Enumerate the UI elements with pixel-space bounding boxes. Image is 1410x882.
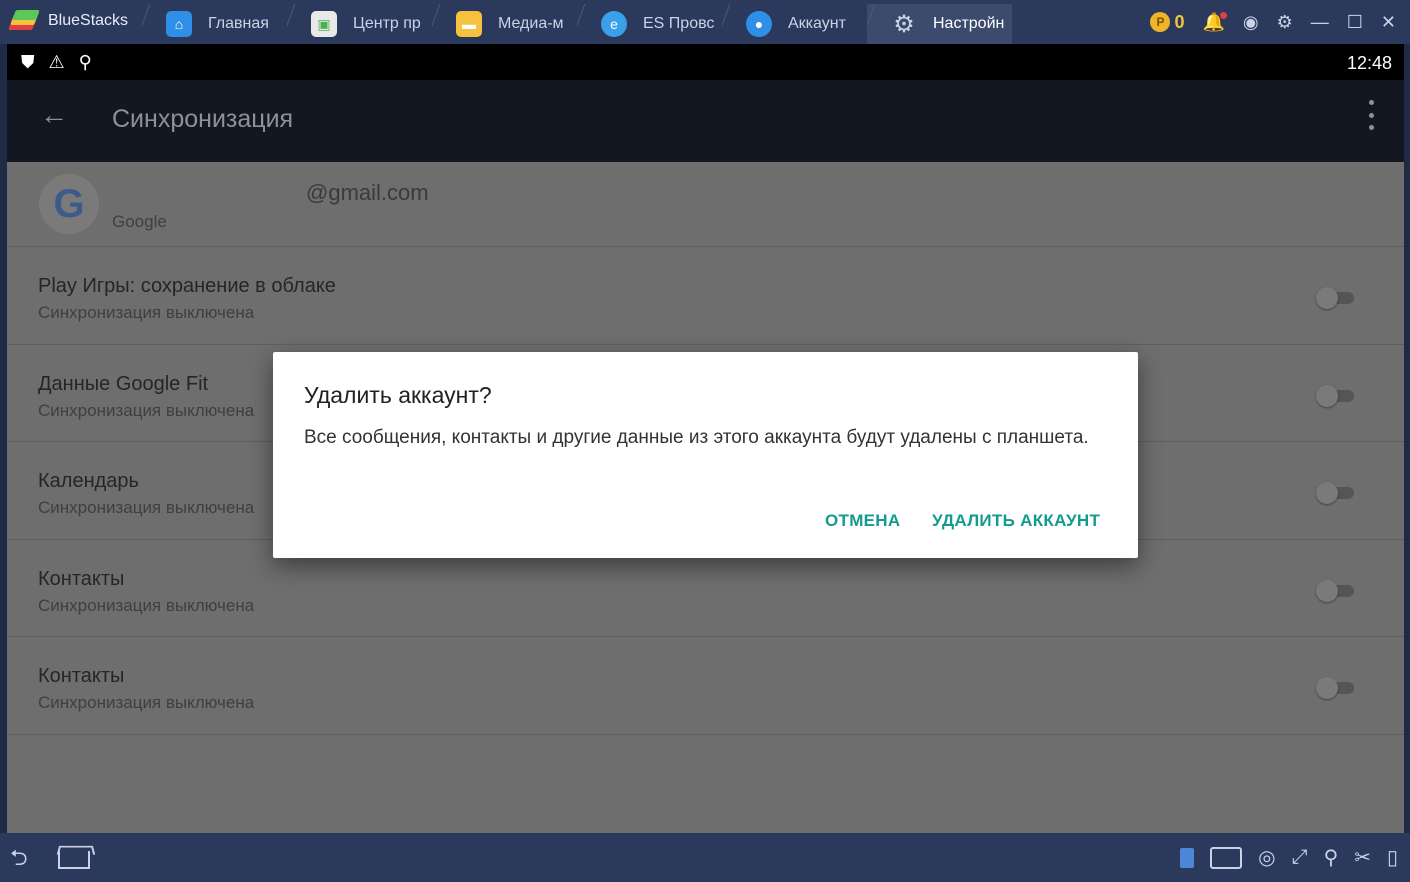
eye-icon[interactable]: ◎ (1258, 845, 1275, 870)
app-name: BlueStacks (48, 12, 129, 29)
window-controls: P 0 🔔 ◉ ⚙ — ☐ ✕ (1150, 8, 1396, 36)
keymapping-badge-icon[interactable] (1180, 847, 1195, 868)
folder-icon: ▬ (456, 11, 482, 37)
tab-label: Главная (208, 15, 269, 32)
tab-label: ES Провс (643, 15, 715, 32)
tab-label: Аккаунт (788, 15, 846, 32)
keyboard-icon[interactable] (1210, 846, 1243, 869)
sync-item-status: Синхронизация выключена (38, 693, 255, 713)
tab-strip: ⌂ Главная ▣ Центр пр ▬ Медиа-м e ES Пров… (142, 4, 1012, 44)
maximize-icon[interactable]: ☐ (1347, 12, 1363, 33)
home-icon[interactable] (58, 851, 90, 869)
list-item[interactable]: Контакты Синхронизация выключена (7, 637, 1404, 735)
app-center-icon: ▣ (311, 11, 337, 37)
shield-icon: ⛊ (21, 52, 35, 72)
coins-counter[interactable]: P 0 (1150, 12, 1184, 33)
sync-item-status: Синхронизация выключена (38, 595, 255, 615)
close-icon[interactable]: ✕ (1381, 12, 1396, 33)
settings-icon: ⚙ (893, 10, 915, 38)
notifications-bell-icon[interactable]: 🔔 (1202, 11, 1227, 33)
sync-item-status: Синхронизация выключена (38, 400, 255, 420)
tab-label: Настройн (933, 15, 1005, 32)
sync-item-status: Синхронизация выключена (38, 303, 255, 322)
tab-home[interactable]: ⌂ Главная (142, 4, 287, 44)
tab-es-explorer[interactable]: e ES Провс (577, 4, 722, 44)
sync-toggle[interactable] (1316, 579, 1356, 602)
toolbar: ◎ ⤢ ⚲ ✂ ▯ (1180, 845, 1398, 870)
fullscreen-icon[interactable]: ⤢ (1292, 846, 1308, 869)
dialog-message: Все сообщения, контакты и другие данные … (304, 427, 1089, 448)
es-explorer-icon: e (601, 11, 627, 37)
warning-icon: ⚠ (48, 52, 65, 72)
account-email: @gmail.com (306, 180, 429, 205)
account-header: G @gmail.com Google (7, 162, 1404, 247)
sync-item-status: Синхронизация выключена (38, 498, 255, 518)
page-title: Синхронизация (112, 105, 294, 133)
android-status-bar: ⛊ ⚠ ⚲ 12:48 (7, 44, 1404, 80)
back-arrow-icon[interactable]: ← (37, 98, 71, 132)
tab-account[interactable]: ● Аккаунт (722, 4, 867, 44)
remove-account-button[interactable]: УДАЛИТЬ АККАУНТ (932, 511, 1100, 531)
sync-toggle[interactable] (1316, 677, 1356, 700)
tab-media-manager[interactable]: ▬ Медиа-м (432, 4, 577, 44)
tab-label: Медиа-м (498, 15, 564, 32)
sync-item-title: Контакты (38, 567, 125, 590)
sync-item-title: Календарь (38, 470, 139, 493)
sync-toggle[interactable] (1316, 287, 1356, 309)
sync-item-title: Play Игры: сохранение в облаке (38, 275, 336, 297)
bluestacks-bottom-bar: ⮌ ◎ ⤢ ⚲ ✂ ▯ (0, 833, 1410, 882)
sync-item-title: Контакты (38, 665, 125, 688)
profile-icon[interactable]: ◉ (1243, 12, 1259, 33)
tab-settings[interactable]: ⚙ Настройн (867, 4, 1012, 44)
location-icon[interactable]: ⚲ (1324, 845, 1339, 870)
sync-toggle[interactable] (1316, 384, 1356, 407)
coins-value: 0 (1174, 11, 1185, 32)
google-logo-icon: G (39, 174, 99, 234)
account-type: Google (112, 212, 167, 231)
back-icon[interactable]: ⮌ (10, 847, 42, 869)
list-item[interactable]: Play Игры: сохранение в облаке Синхрониз… (7, 247, 1404, 345)
sync-toggle[interactable] (1316, 482, 1356, 505)
tab-label: Центр пр (353, 15, 421, 32)
overflow-menu-icon[interactable] (1366, 100, 1376, 130)
remove-account-dialog: Удалить аккаунт? Все сообщения, контакты… (273, 352, 1138, 558)
bluestacks-logo-icon (8, 8, 40, 34)
account-icon: ● (746, 11, 772, 37)
bluestacks-brand: BlueStacks (8, 6, 128, 36)
android-screen: ⛊ ⚠ ⚲ 12:48 ← Синхронизация G @gmail.com… (7, 44, 1404, 833)
status-clock: 12:48 (1346, 53, 1392, 73)
rotate-device-icon[interactable]: ▯ (1387, 845, 1398, 870)
sync-item-title: Данные Google Fit (38, 372, 209, 395)
tab-app-center[interactable]: ▣ Центр пр (287, 4, 432, 44)
home-icon: ⌂ (166, 11, 192, 37)
location-pin-icon: ⚲ (78, 52, 92, 72)
coin-icon: P (1150, 12, 1171, 32)
minimize-icon[interactable]: — (1311, 12, 1329, 33)
app-bar: ← Синхронизация (7, 80, 1404, 162)
scissors-icon[interactable]: ✂ (1354, 845, 1371, 870)
gear-icon[interactable]: ⚙ (1277, 12, 1293, 33)
dialog-title: Удалить аккаунт? (304, 382, 492, 408)
cancel-button[interactable]: ОТМЕНА (825, 511, 900, 531)
bluestacks-titlebar: BlueStacks ⌂ Главная ▣ Центр пр ▬ Медиа-… (0, 0, 1410, 44)
